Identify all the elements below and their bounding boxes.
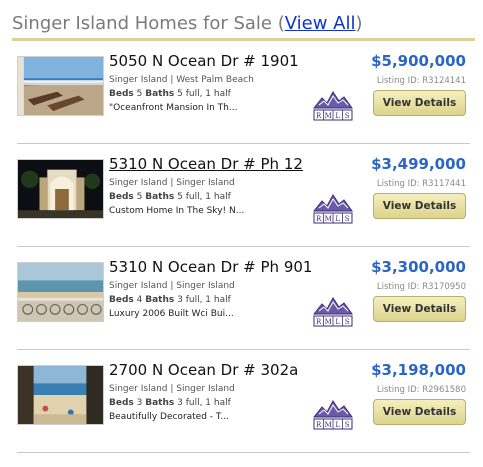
listing-price: $5,900,000 (371, 52, 466, 70)
baths-label: Baths (145, 89, 175, 99)
listing-description: Luxury 2006 Built Wci Bui... (109, 309, 234, 319)
listing-photo[interactable] (17, 159, 104, 219)
section-header: Singer Island Homes for Sale (View All) (12, 12, 475, 41)
listing-beds-baths: Beds 3 Baths 3 full, 1 half (109, 398, 231, 408)
baths-count: 5 full, 1 half (177, 89, 231, 99)
svg-text:R: R (316, 421, 322, 429)
listing-divider (17, 452, 470, 453)
listing-description: "Oceanfront Mansion In Th... (109, 103, 238, 113)
beds-label: Beds (109, 295, 134, 305)
beds-count: 5 (136, 192, 143, 202)
listing-divider (17, 246, 470, 247)
listing-price: $3,499,000 (371, 155, 466, 173)
listing-location: Singer Island | West Palm Beach (109, 75, 254, 85)
listing-address[interactable]: 2700 N Ocean Dr # 302a (109, 360, 359, 380)
baths-label: Baths (145, 192, 175, 202)
listing-item: 5310 N Ocean Dr # Ph 901 Singer Island |… (12, 256, 470, 350)
svg-text:M: M (325, 318, 332, 326)
svg-text:R: R (316, 215, 322, 223)
baths-label: Baths (145, 398, 175, 408)
listing-beds-baths: Beds 5 Baths 5 full, 1 half (109, 89, 231, 99)
baths-count: 3 full, 1 half (177, 398, 231, 408)
listing-divider (17, 349, 470, 350)
listing-id: Listing ID: R3170950 (376, 282, 466, 292)
listing-location: Singer Island | Singer Island (109, 384, 235, 394)
paren-open: ( (272, 13, 285, 34)
svg-text:S: S (345, 112, 350, 120)
svg-text:R: R (316, 112, 322, 120)
listing-id: Listing ID: R2961580 (376, 385, 466, 395)
svg-text:L: L (335, 421, 340, 429)
rmls-logo-icon: R M L S (312, 397, 354, 431)
listing-photo[interactable] (17, 262, 104, 322)
listing-price: $3,198,000 (371, 361, 466, 379)
listing-address[interactable]: 5310 N Ocean Dr # Ph 12 (109, 154, 359, 174)
svg-text:S: S (345, 421, 350, 429)
section-title: Singer Island Homes for Sale (12, 13, 272, 34)
paren-close: ) (355, 13, 363, 34)
listing-item: 5050 N Ocean Dr # 1901 Singer Island | W… (12, 50, 470, 144)
listing-item: 2700 N Ocean Dr # 302a Singer Island | S… (12, 359, 470, 453)
listing-location: Singer Island | Singer Island (109, 178, 235, 188)
svg-text:M: M (325, 112, 332, 120)
beds-label: Beds (109, 398, 134, 408)
rmls-logo-icon: R M L S (312, 191, 354, 225)
listing-id: Listing ID: R3117441 (376, 179, 466, 189)
listing-location: Singer Island | Singer Island (109, 281, 235, 291)
listing-description: Custom Home In The Sky! N... (109, 206, 245, 216)
beds-count: 4 (136, 295, 143, 305)
baths-count: 3 full, 1 half (177, 295, 231, 305)
view-details-button[interactable]: View Details (373, 90, 466, 116)
listing-price: $3,300,000 (371, 258, 466, 276)
svg-text:L: L (335, 112, 340, 120)
rmls-logo-icon: R M L S (312, 88, 354, 122)
svg-text:M: M (325, 215, 332, 223)
listing-divider (17, 143, 470, 144)
beds-label: Beds (109, 89, 134, 99)
beds-count: 5 (136, 89, 143, 99)
listing-address[interactable]: 5310 N Ocean Dr # Ph 901 (109, 257, 359, 277)
listing-photo[interactable] (17, 56, 104, 116)
svg-text:L: L (335, 318, 340, 326)
listing-item: 5310 N Ocean Dr # Ph 12 Singer Island | … (12, 153, 470, 247)
view-details-button[interactable]: View Details (373, 399, 466, 425)
svg-text:R: R (316, 318, 322, 326)
beds-count: 3 (136, 398, 143, 408)
rmls-logo-icon: R M L S (312, 294, 354, 328)
svg-text:L: L (335, 215, 340, 223)
view-details-button[interactable]: View Details (373, 296, 466, 322)
listing-address[interactable]: 5050 N Ocean Dr # 1901 (109, 51, 359, 71)
svg-text:S: S (345, 318, 350, 326)
listing-photo[interactable] (17, 365, 104, 425)
baths-label: Baths (145, 295, 175, 305)
svg-text:M: M (325, 421, 332, 429)
listing-beds-baths: Beds 4 Baths 3 full, 1 half (109, 295, 231, 305)
listing-description: Beautifully Decorated - T... (109, 412, 229, 422)
baths-count: 5 full, 1 half (177, 192, 231, 202)
listing-beds-baths: Beds 5 Baths 5 full, 1 half (109, 192, 231, 202)
view-details-button[interactable]: View Details (373, 193, 466, 219)
listing-id: Listing ID: R3124141 (376, 76, 466, 86)
svg-text:S: S (345, 215, 350, 223)
view-all-link[interactable]: View All (285, 13, 356, 34)
beds-label: Beds (109, 192, 134, 202)
